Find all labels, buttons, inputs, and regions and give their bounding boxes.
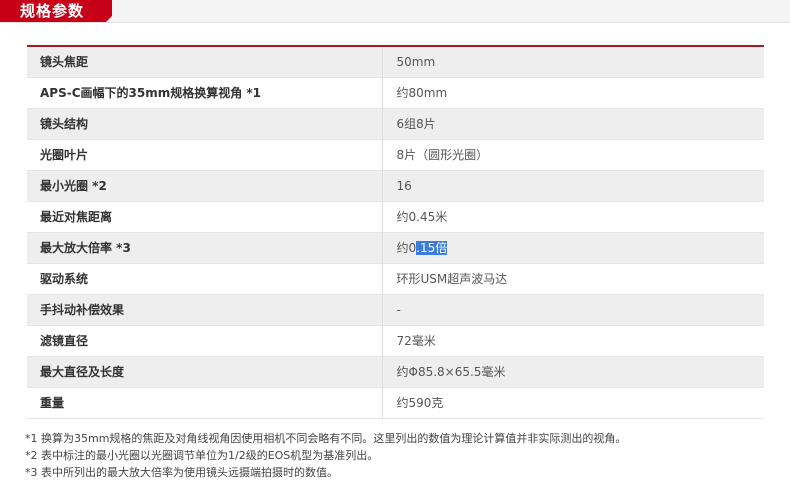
spec-label: 镜头结构 — [27, 108, 383, 139]
section-header-bar: 规格参数 — [0, 0, 790, 23]
selected-text[interactable]: .15倍 — [416, 241, 448, 255]
spec-value: 16 — [396, 178, 412, 193]
spec-value: 环形USM超声波马达 — [396, 272, 508, 286]
spec-label: 驱动系统 — [27, 263, 383, 294]
spec-row-focal-length: 镜头焦距 50mm — [27, 46, 764, 77]
spec-value: 8片（圆形光圈） — [396, 148, 489, 162]
spec-value: 约0.45米 — [396, 210, 448, 224]
spec-label: 滤镜直径 — [27, 325, 383, 356]
spec-label: 最近对焦距离 — [27, 201, 383, 232]
spec-value: 约0.15倍 — [382, 232, 764, 263]
spec-value: 6组8片 — [396, 117, 436, 131]
spec-row-lens-construction: 镜头结构 6组8片 — [27, 108, 764, 139]
spec-table: 镜头焦距 50mm APS-C画幅下的35mm规格换算视角 *1 约80mm 镜… — [27, 45, 764, 419]
spec-value: 50mm — [396, 54, 436, 69]
spec-label: APS-C画幅下的35mm规格换算视角 *1 — [27, 77, 383, 108]
spec-row-dimensions: 最大直径及长度 约Φ85.8×65.5毫米 — [27, 356, 764, 387]
spec-value: 约80mm — [396, 86, 448, 100]
spec-row-image-stabilization: 手抖动补偿效果 - — [27, 294, 764, 325]
footnotes: *1 换算为35mm规格的焦距及对角线视角因使用相机不同会略有不同。这里列出的数… — [25, 430, 785, 481]
footnote-3: *3 表中所列出的最大放大倍率为使用镜头远摄端拍摄时的数值。 — [25, 466, 338, 479]
spec-label: 重量 — [27, 387, 383, 418]
spec-value: 约590克 — [396, 396, 444, 410]
spec-value: - — [396, 302, 401, 317]
spec-label: 光圈叶片 — [27, 139, 383, 170]
section-title: 规格参数 — [0, 0, 112, 22]
spec-label: 最大直径及长度 — [27, 356, 383, 387]
spec-row-drive-system: 驱动系统 环形USM超声波马达 — [27, 263, 764, 294]
spec-row-filter-diameter: 滤镜直径 72毫米 — [27, 325, 764, 356]
spec-label: 镜头焦距 — [27, 46, 383, 77]
spec-label: 最小光圈 *2 — [27, 170, 383, 201]
footnote-2: *2 表中标注的最小光圈以光圈调节单位为1/2级的EOS机型为基准列出。 — [25, 449, 379, 462]
spec-row-min-aperture: 最小光圈 *2 16 — [27, 170, 764, 201]
spec-value-text: 约0 — [396, 241, 417, 255]
spec-value: 72毫米 — [396, 334, 436, 348]
spec-row-weight: 重量 约590克 — [27, 387, 764, 418]
footnote-1: *1 换算为35mm规格的焦距及对角线视角因使用相机不同会略有不同。这里列出的数… — [25, 432, 627, 445]
spec-label: 最大放大倍率 *3 — [27, 232, 383, 263]
spec-row-min-focus-distance: 最近对焦距离 约0.45米 — [27, 201, 764, 232]
spec-row-max-magnification: 最大放大倍率 *3 约0.15倍 — [27, 232, 764, 263]
spec-label: 手抖动补偿效果 — [27, 294, 383, 325]
spec-value: 约Φ85.8×65.5毫米 — [396, 365, 506, 379]
spec-row-aperture-blades: 光圈叶片 8片（圆形光圈） — [27, 139, 764, 170]
spec-row-apsc-equivalent: APS-C画幅下的35mm规格换算视角 *1 约80mm — [27, 77, 764, 108]
